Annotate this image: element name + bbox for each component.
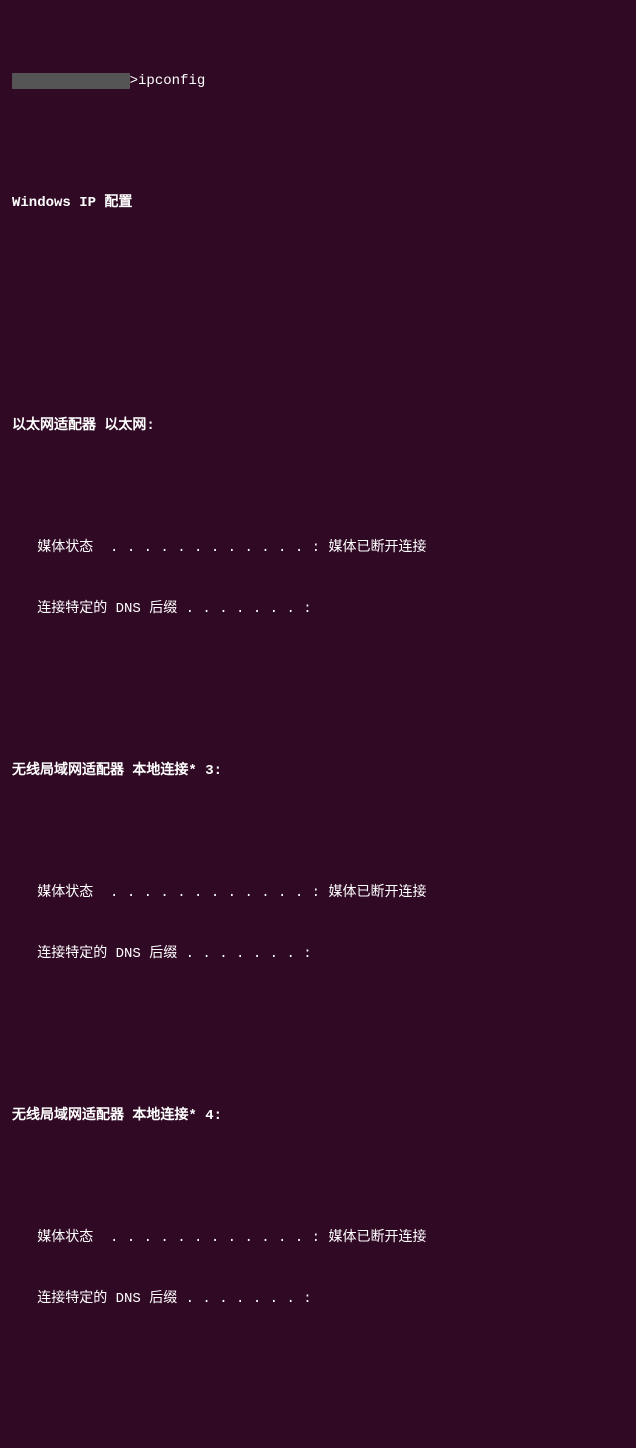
field-label: 连接特定的 DNS 后缀 . . . . . . . :: [37, 1291, 311, 1307]
field-label: 媒体状态 . . . . . . . . . . . . :: [37, 540, 320, 556]
prompt-line: C:\Users\panga>ipconfig: [12, 71, 624, 91]
adapter-title: 无线局域网适配器 本地连接* 3:: [12, 761, 624, 781]
terminal-window: C:\Users\panga>ipconfig Windows IP 配置 以太…: [0, 0, 636, 1448]
adapter-line: 媒体状态 . . . . . . . . . . . . : 媒体已断开连接: [12, 883, 624, 903]
field-label: 媒体状态 . . . . . . . . . . . . :: [37, 885, 320, 901]
adapter-line: 连接特定的 DNS 后缀 . . . . . . . :: [12, 944, 624, 964]
field-value: 媒体已断开连接: [320, 885, 426, 901]
adapter-line: 连接特定的 DNS 后缀 . . . . . . . :: [12, 599, 624, 619]
prompt-path: C:\Users\panga: [12, 73, 130, 89]
prompt-separator: >: [130, 73, 138, 89]
field-label: 媒体状态 . . . . . . . . . . . . :: [37, 1230, 320, 1246]
adapter-line: 媒体状态 . . . . . . . . . . . . : 媒体已断开连接: [12, 1228, 624, 1248]
ipconfig-header: Windows IP 配置: [12, 193, 624, 213]
field-label: 连接特定的 DNS 后缀 . . . . . . . :: [37, 946, 311, 962]
field-value: 媒体已断开连接: [320, 540, 426, 556]
field-value: 媒体已断开连接: [320, 1230, 426, 1246]
adapter-line: 媒体状态 . . . . . . . . . . . . : 媒体已断开连接: [12, 538, 624, 558]
command: ipconfig: [138, 73, 205, 89]
adapter-title: 以太网适配器 以太网:: [12, 416, 624, 436]
adapter-line: 连接特定的 DNS 后缀 . . . . . . . :: [12, 1289, 624, 1309]
adapter-title: 无线局域网适配器 本地连接* 4:: [12, 1106, 624, 1126]
field-label: 连接特定的 DNS 后缀 . . . . . . . :: [37, 601, 311, 617]
